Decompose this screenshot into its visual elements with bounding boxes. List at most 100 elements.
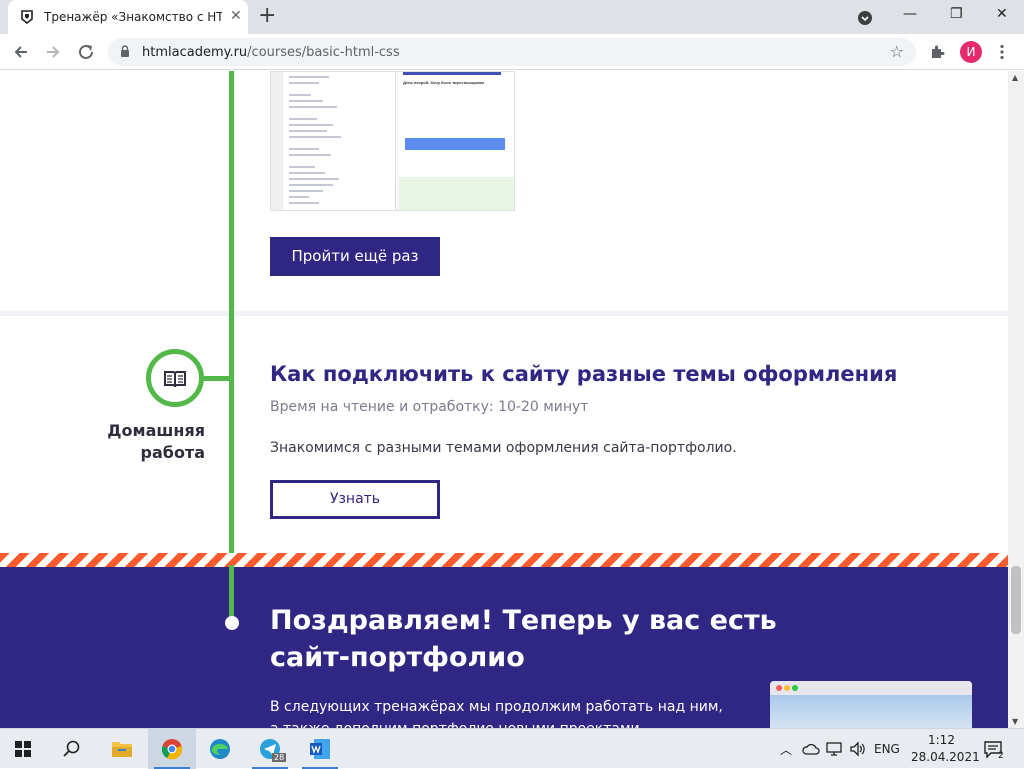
profile-avatar[interactable]: И bbox=[960, 41, 982, 63]
timeline-connector bbox=[204, 376, 234, 381]
code-line bbox=[289, 202, 319, 204]
clock-time[interactable]: 1:12 bbox=[928, 733, 955, 747]
mini-minimize-dot bbox=[784, 685, 790, 691]
finale-title: Поздравляем! Теперь у вас есть сайт-порт… bbox=[270, 602, 790, 676]
reload-icon[interactable] bbox=[75, 41, 97, 63]
url-text[interactable]: htmlacademy.ru/courses/basic-html-css bbox=[142, 45, 400, 60]
tab-strip: Тренажёр «Знакомство с HTML ✕ + — ❐ ✕ bbox=[0, 0, 1024, 34]
mini-maximize-dot bbox=[792, 685, 798, 691]
url-path: /courses/basic-html-css bbox=[247, 45, 400, 60]
homework-label-line2: работа bbox=[140, 443, 205, 462]
lesson-preview-image: День второй. Хочу быть верстальщиком bbox=[270, 71, 515, 211]
tab-close-icon[interactable]: ✕ bbox=[230, 8, 242, 24]
homework-label: Домашняя работа bbox=[80, 420, 205, 464]
homework-title[interactable]: Как подключить к сайту разные темы оформ… bbox=[270, 362, 897, 386]
tab-title: Тренажёр «Знакомство с HTML bbox=[44, 10, 222, 24]
code-line bbox=[289, 124, 333, 126]
show-hidden-icons-chevron-icon[interactable]: ︿ bbox=[780, 741, 792, 758]
code-line bbox=[289, 100, 323, 102]
mini-window-titlebar bbox=[770, 681, 972, 695]
taskbar-edge[interactable] bbox=[196, 729, 244, 769]
restore-button[interactable]: ❐ bbox=[950, 6, 963, 22]
scroll-down-arrow-icon[interactable]: ▼ bbox=[1012, 717, 1018, 726]
code-line bbox=[289, 154, 331, 156]
code-line bbox=[289, 130, 327, 132]
telegram-unread-badge: 28 bbox=[272, 753, 287, 762]
homework-description: Знакомимся с разными темами оформления с… bbox=[270, 440, 737, 456]
scrollbar-thumb[interactable] bbox=[1011, 566, 1021, 634]
code-gutter bbox=[271, 72, 283, 210]
mini-close-dot bbox=[776, 685, 782, 691]
taskbar-telegram[interactable]: 28 bbox=[246, 729, 294, 769]
minimize-button[interactable]: — bbox=[903, 6, 917, 22]
finale-title-line2: сайт-портфолио bbox=[270, 642, 525, 673]
menu-kebab-icon[interactable] bbox=[998, 44, 1006, 60]
close-window-button[interactable]: ✕ bbox=[996, 6, 1008, 22]
mini-window-sky bbox=[770, 695, 972, 728]
windows-taskbar: 28 ︿ ENG 1:12 28.04.2021 2 bbox=[0, 728, 1024, 769]
folder-icon bbox=[112, 742, 132, 757]
page-scrollbar[interactable]: ▲ ▼ bbox=[1008, 71, 1024, 728]
word-icon bbox=[310, 739, 330, 759]
code-line bbox=[289, 196, 309, 198]
rendered-page-thumbnail: День второй. Хочу быть верстальщиком bbox=[399, 72, 514, 210]
finale-text-line1: В следующих тренажёрах мы продолжим рабо… bbox=[270, 699, 723, 715]
notification-count-badge: 2 bbox=[998, 751, 1004, 761]
input-language[interactable]: ENG bbox=[874, 742, 900, 756]
htmlacademy-favicon-icon bbox=[21, 10, 33, 24]
forward-arrow-icon[interactable] bbox=[42, 41, 64, 63]
finale-title-line1: Поздравляем! Теперь у вас есть bbox=[270, 605, 777, 636]
portfolio-preview-image bbox=[770, 681, 972, 728]
lock-icon[interactable] bbox=[120, 45, 130, 58]
url-domain: htmlacademy.ru bbox=[142, 45, 248, 60]
render-console bbox=[399, 177, 514, 210]
render-button bbox=[405, 138, 505, 150]
volume-speaker-icon[interactable] bbox=[849, 741, 865, 757]
code-line bbox=[289, 184, 333, 186]
browser-tab[interactable]: Тренажёр «Знакомство с HTML ✕ bbox=[8, 0, 248, 34]
code-editor-thumbnail bbox=[271, 72, 396, 210]
code-line bbox=[289, 94, 311, 96]
render-heading: День второй. Хочу быть верстальщиком bbox=[403, 80, 485, 85]
homework-duration: Время на чтение и отработку: 10-20 минут bbox=[270, 399, 589, 415]
homework-label-line1: Домашняя bbox=[107, 421, 205, 440]
timeline-end-dot bbox=[225, 616, 239, 630]
windows-start-icon[interactable] bbox=[15, 741, 31, 757]
back-arrow-icon[interactable] bbox=[10, 41, 32, 63]
page-viewport: День второй. Хочу быть верстальщиком Про… bbox=[0, 71, 1008, 728]
chrome-icon bbox=[161, 739, 183, 760]
search-icon[interactable] bbox=[63, 740, 81, 758]
code-line bbox=[289, 106, 337, 108]
render-header-bar bbox=[403, 72, 501, 75]
code-line bbox=[289, 178, 339, 180]
browser-toolbar: htmlacademy.ru/courses/basic-html-css ☆ … bbox=[0, 34, 1024, 70]
scroll-up-arrow-icon[interactable]: ▲ bbox=[1012, 73, 1018, 82]
timeline-line-final bbox=[229, 565, 234, 621]
code-line bbox=[289, 148, 319, 150]
bookmark-star-icon[interactable]: ☆ bbox=[890, 42, 904, 61]
taskbar-chrome[interactable] bbox=[148, 729, 196, 769]
hazard-stripe-divider bbox=[0, 553, 1008, 567]
tab-search-icon[interactable] bbox=[857, 10, 873, 26]
clock-date[interactable]: 28.04.2021 bbox=[911, 750, 980, 764]
code-line bbox=[289, 76, 329, 78]
code-line bbox=[289, 118, 317, 120]
homework-milestone bbox=[146, 349, 204, 407]
onedrive-cloud-icon[interactable] bbox=[802, 743, 820, 755]
open-book-icon bbox=[164, 371, 186, 388]
taskbar-file-explorer[interactable] bbox=[98, 729, 146, 769]
code-line bbox=[289, 190, 323, 192]
extensions-puzzle-icon[interactable] bbox=[929, 44, 945, 60]
new-tab-button[interactable]: + bbox=[258, 4, 276, 28]
learn-more-button[interactable]: Узнать bbox=[270, 480, 440, 519]
finale-text-line2: а также дополним портфолио новыми проект… bbox=[270, 718, 730, 728]
taskbar-word[interactable] bbox=[296, 729, 344, 769]
code-line bbox=[289, 172, 325, 174]
retry-lesson-button[interactable]: Пройти ещё раз bbox=[270, 237, 440, 276]
address-bar[interactable]: htmlacademy.ru/courses/basic-html-css ☆ bbox=[108, 38, 916, 66]
timeline-line bbox=[229, 71, 234, 619]
code-line bbox=[289, 136, 341, 138]
edge-icon bbox=[210, 739, 230, 759]
section-divider-bottom bbox=[0, 311, 1008, 316]
network-display-icon[interactable] bbox=[826, 741, 842, 757]
